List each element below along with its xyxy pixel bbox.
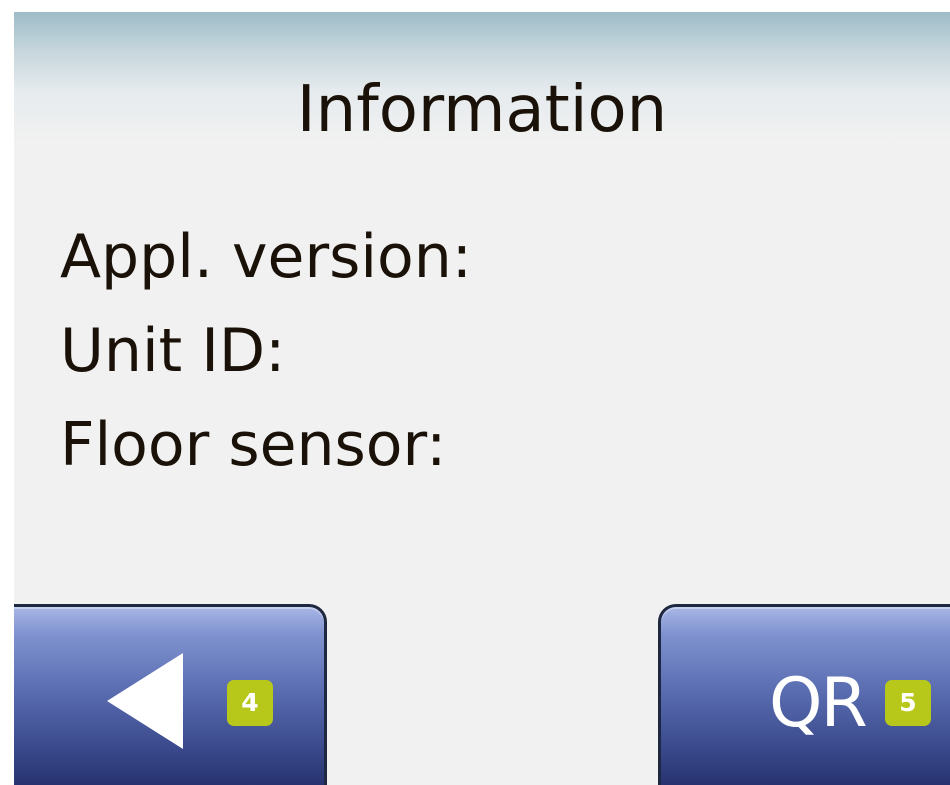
step-badge: 4 [227, 680, 273, 726]
info-list: Appl. version: Unit ID: Floor sensor: [60, 210, 472, 492]
qr-button[interactable]: QR 5 [658, 604, 950, 785]
unit-id-label: Unit ID: [60, 316, 286, 386]
floor-sensor-label: Floor sensor: [60, 410, 447, 480]
page-title: Information [296, 73, 668, 147]
back-button[interactable]: 4 [14, 604, 327, 785]
appl-version-label: Appl. version: [60, 222, 473, 292]
qr-button-label: QR [769, 664, 868, 743]
back-arrow-icon [107, 653, 183, 749]
step-badge: 5 [885, 680, 931, 726]
information-screen: Information Appl. version: Unit ID: Floo… [14, 12, 950, 785]
